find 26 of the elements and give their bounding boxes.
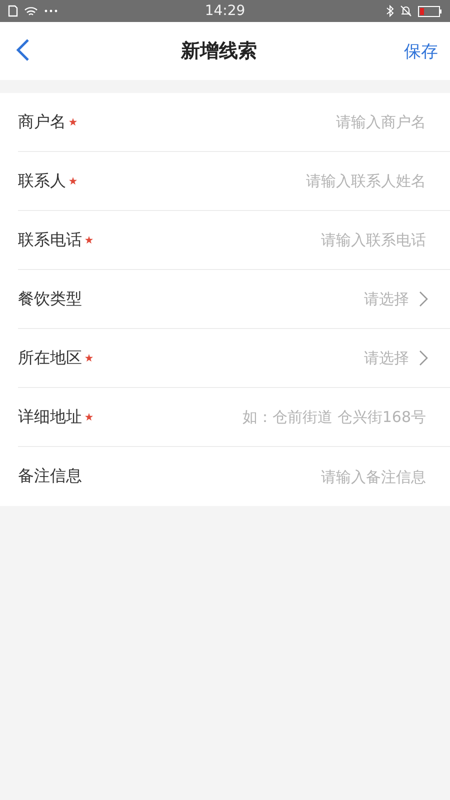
field-label: 详细地址 [18,406,82,428]
muted-bell-icon [400,5,412,17]
battery-icon [418,6,442,16]
chevron-right-icon [419,291,428,307]
field-label: 商户名 [18,112,66,132]
field-label: 联系电话 [18,230,82,250]
sim-card-icon [8,5,18,17]
input-field[interactable]: 请输入备注信息 [101,466,428,486]
input-field[interactable]: 如：仓前街道 仓兴街168号 [101,407,428,427]
field-label: 餐饮类型 [18,288,82,310]
select-field[interactable]: 请选择 [101,348,428,368]
input-field[interactable]: 请输入联系人姓名 [85,171,428,191]
bluetooth-icon [386,5,394,17]
more-icon [44,9,58,13]
select-field[interactable]: 请选择 [101,290,428,308]
input-field[interactable]: 请输入联系电话 [101,230,428,250]
field-label: 联系人 [18,170,66,192]
chevron-right-icon [419,350,428,366]
back-chevron-icon [16,38,30,62]
save-button[interactable]: 保存 [404,40,438,62]
page-title: 新增线索 [180,39,258,64]
status-time: 14:29 [204,3,246,19]
field-label: 所在地区 [18,348,82,368]
input-field[interactable]: 请输入商户名 [85,112,428,132]
wifi-icon [24,6,38,16]
field-label: 备注信息 [18,466,82,487]
